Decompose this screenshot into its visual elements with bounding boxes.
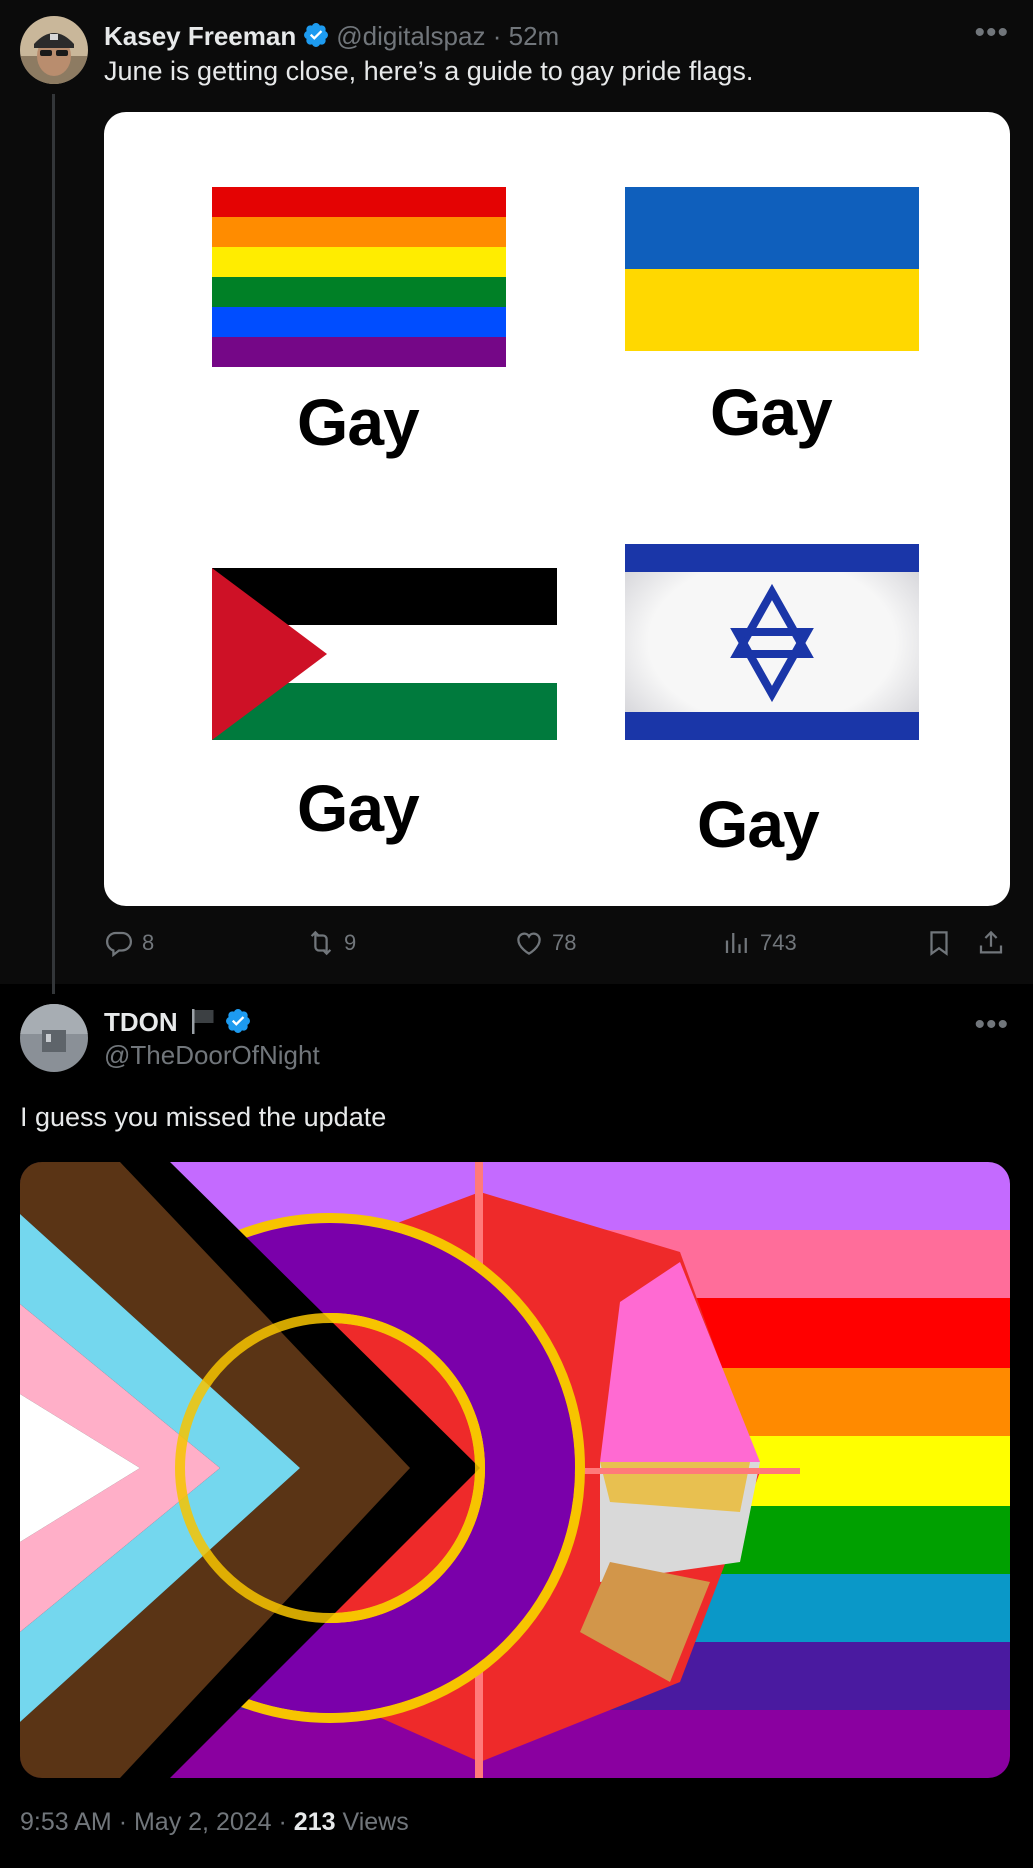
- ukraine-flag-image: [625, 187, 919, 351]
- tweet-2-header: TDON: [104, 1004, 258, 1040]
- more-options-icon[interactable]: •••: [974, 1008, 1009, 1042]
- post-time[interactable]: 9:53 AM: [20, 1808, 112, 1836]
- israel-flag-image: [625, 544, 919, 740]
- separator-dot: ·: [118, 1808, 128, 1836]
- rainbow-flag-image: [212, 187, 506, 367]
- share-button[interactable]: [976, 928, 1006, 958]
- tweet-1-image[interactable]: Gay Gay Gay Gay: [104, 112, 1010, 906]
- display-name[interactable]: Kasey Freeman: [104, 21, 296, 51]
- tweet-1-text: June is getting close, here’s a guide to…: [104, 56, 754, 86]
- reply-button[interactable]: 8: [104, 928, 154, 958]
- bookmark-button[interactable]: [924, 928, 954, 958]
- views-label: Views: [342, 1808, 409, 1836]
- handle[interactable]: @TheDoorOfNight: [104, 1040, 320, 1071]
- flag-label-1: Gay: [297, 385, 420, 459]
- more-options-icon[interactable]: •••: [974, 16, 1009, 50]
- like-button[interactable]: 78: [514, 928, 576, 958]
- reply-count: 8: [142, 930, 155, 955]
- post-date[interactable]: May 2, 2024: [134, 1808, 272, 1836]
- bookmark-icon: [930, 931, 948, 956]
- views-count: 213: [293, 1808, 336, 1836]
- views-count: 743: [760, 930, 797, 955]
- thread-connector-line: [52, 94, 55, 994]
- tweet-2-text: I guess you missed the update: [20, 1102, 387, 1132]
- repost-count: 9: [344, 930, 357, 955]
- separator-dot: ·: [278, 1808, 287, 1836]
- tweet-2-image[interactable]: [20, 1162, 1010, 1778]
- avatar-tdon[interactable]: [20, 1004, 88, 1072]
- progress-pride-flag-image: [20, 1162, 1010, 1778]
- like-count: 78: [552, 930, 577, 955]
- tweet-1: Kasey Freeman @digitalspaz · 52m ••• June…: [0, 0, 1033, 994]
- repost-icon: [310, 930, 332, 956]
- palestine-flag-image: [212, 568, 557, 740]
- tweet-1-action-bar: 8 9 78 743: [104, 928, 1010, 964]
- flag-label-4: Gay: [697, 787, 820, 861]
- repost-button[interactable]: 9: [306, 928, 356, 958]
- share-icon: [979, 930, 1003, 954]
- tweet-2-footer: 9:53 AM · May 2, 2024 · 213 Views: [20, 1808, 409, 1837]
- handle[interactable]: @digitalspaz: [336, 21, 485, 51]
- display-name[interactable]: TDON: [104, 1007, 178, 1037]
- tweet-1-header: Kasey Freeman @digitalspaz · 52m: [104, 18, 559, 54]
- like-icon: [517, 932, 541, 955]
- avatar-kasey-freeman[interactable]: [20, 16, 88, 84]
- reply-icon: [105, 931, 133, 958]
- flag-label-3: Gay: [297, 771, 420, 845]
- views-icon: [725, 933, 747, 953]
- flag-label-2: Gay: [710, 375, 833, 449]
- views-button[interactable]: 743: [722, 928, 797, 958]
- timestamp[interactable]: 52m: [509, 21, 560, 51]
